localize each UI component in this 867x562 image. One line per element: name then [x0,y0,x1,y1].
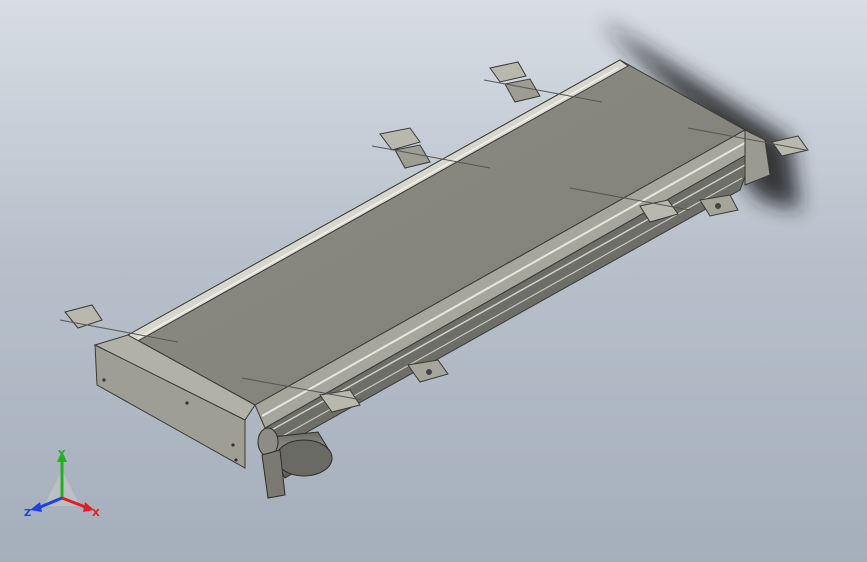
bolt [185,401,189,405]
bolt [234,458,238,462]
y-axis-label: Y [57,449,66,460]
3d-viewport[interactable] [0,0,867,562]
bolt [231,443,235,447]
axis-triad: Y X Z [24,449,100,519]
bolt [102,378,106,382]
z-axis-label: Z [24,508,31,519]
x-axis-label: X [92,508,100,519]
motor-icon[interactable] [257,427,333,499]
conveyor-model[interactable] [59,59,809,499]
